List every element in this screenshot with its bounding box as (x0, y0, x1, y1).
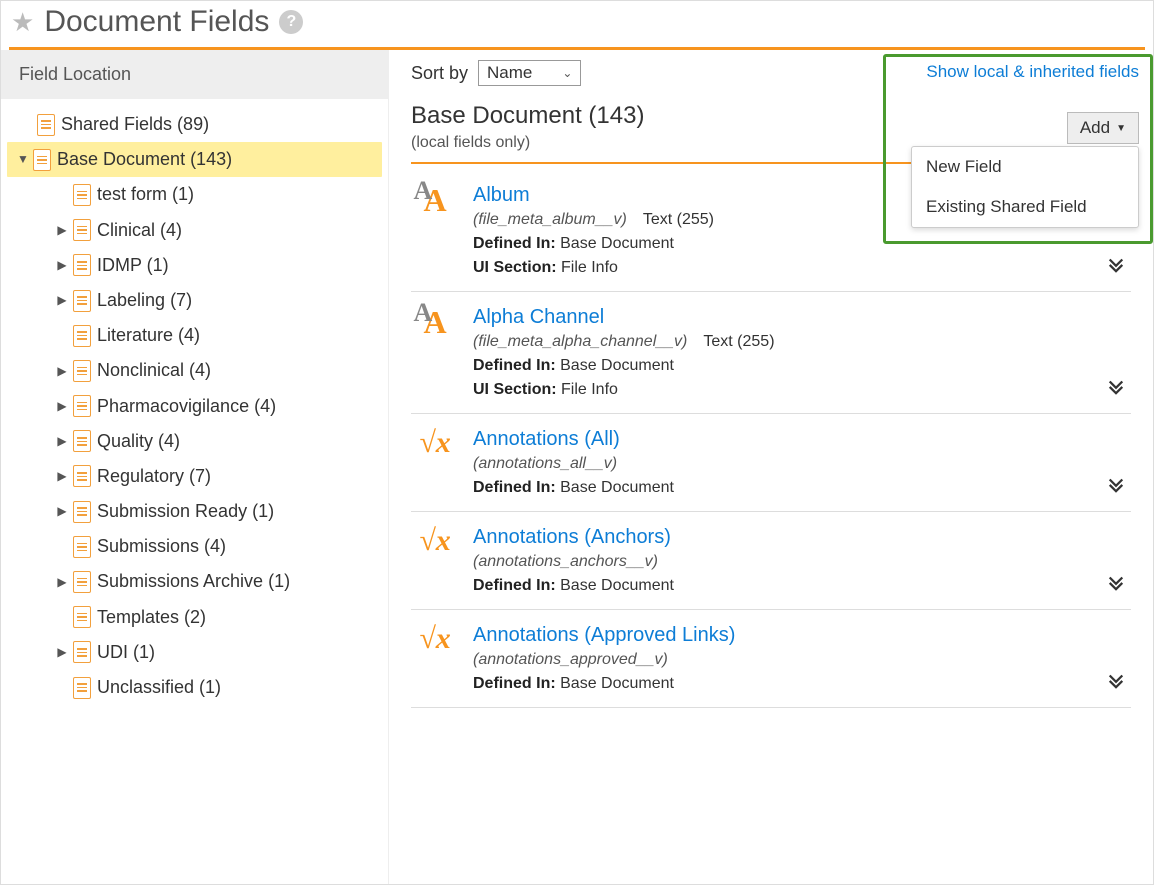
field-api-name: (annotations_all__v) (473, 455, 617, 472)
expand-chevrons-icon[interactable] (1107, 573, 1125, 595)
formula-field-icon: √x (419, 428, 450, 458)
sort-select[interactable]: Name ⌄ (478, 60, 581, 86)
tree-item[interactable]: ▶Regulatory (7) (7, 459, 382, 494)
tree-item[interactable]: ▶Submission Ready (1) (7, 494, 382, 529)
help-icon[interactable]: ? (279, 10, 303, 34)
dropdown-item-existing-shared[interactable]: Existing Shared Field (912, 187, 1138, 227)
field-type: Text (255) (643, 211, 714, 228)
expand-arrow-icon[interactable]: ▶ (57, 222, 67, 239)
expand-chevrons-icon[interactable] (1107, 475, 1125, 497)
main-title: Base Document (143) (411, 102, 1131, 130)
field-name-link[interactable]: Alpha Channel (473, 306, 1127, 329)
document-icon (33, 149, 51, 171)
document-icon (73, 465, 91, 487)
page-title: Document Fields (44, 5, 269, 39)
tree-item[interactable]: Templates (2) (7, 600, 382, 635)
document-icon (73, 677, 91, 699)
formula-field-icon: √x (419, 526, 450, 556)
sort-value: Name (487, 63, 532, 83)
tree-item[interactable]: ▶Quality (4) (7, 424, 382, 459)
tree-item-shared-fields[interactable]: Shared Fields (89) (7, 107, 382, 142)
field-row: √xAnnotations (All)(annotations_all__v)D… (411, 414, 1131, 512)
document-icon (73, 395, 91, 417)
field-api-name: (file_meta_album__v) (473, 211, 627, 228)
expand-arrow-icon[interactable]: ▶ (57, 257, 67, 274)
tree-item[interactable]: ▶Clinical (4) (7, 213, 382, 248)
sidebar: Field Location Shared Fields (89)▼Base D… (1, 50, 389, 884)
tree-item[interactable]: ▶Labeling (7) (7, 283, 382, 318)
caret-down-icon: ▼ (1116, 123, 1126, 134)
expand-arrow-icon[interactable]: ▶ (57, 433, 67, 450)
document-icon (73, 360, 91, 382)
field-row: √x Annotations (Anchors) (annotations_anch… (411, 512, 1131, 610)
expand-arrow-icon[interactable]: ▶ (57, 398, 67, 415)
tree-item[interactable]: Literature (4) (7, 318, 382, 353)
tree-item[interactable]: Unclassified (1) (7, 670, 382, 705)
document-icon (73, 219, 91, 241)
document-icon (73, 536, 91, 558)
field-api-name: (annotations_approved__v) (473, 651, 668, 668)
tree-item-base-document[interactable]: ▼Base Document (143) (7, 142, 382, 177)
expand-chevrons-icon[interactable] (1107, 671, 1125, 693)
document-icon (73, 430, 91, 452)
tree-item[interactable]: ▶Submissions Archive (1) (7, 564, 382, 599)
field-row: √x Annotations (Approved Links) (annotatio… (411, 610, 1131, 708)
tree-item[interactable]: test form (1) (7, 177, 382, 212)
tree-item[interactable]: ▶Nonclinical (4) (7, 353, 382, 388)
expand-arrow-icon[interactable]: ▶ (57, 574, 67, 591)
expand-chevrons-icon[interactable] (1107, 255, 1125, 277)
document-icon (73, 184, 91, 206)
favorite-star-icon[interactable]: ★ (11, 9, 34, 35)
document-icon (73, 571, 91, 593)
tree-item[interactable]: ▶IDMP (1) (7, 248, 382, 283)
expand-chevrons-icon[interactable] (1107, 377, 1125, 399)
document-icon (73, 641, 91, 663)
document-icon (73, 325, 91, 347)
field-name-link[interactable]: Annotations (All) (473, 428, 1127, 451)
tree-item[interactable]: ▶UDI (1) (7, 635, 382, 670)
sort-label: Sort by (411, 63, 468, 84)
expand-arrow-icon[interactable]: ▶ (57, 644, 67, 661)
tree-item[interactable]: Submissions (4) (7, 529, 382, 564)
document-icon (37, 114, 55, 136)
field-api-name: (file_meta_alpha_channel__v) (473, 333, 687, 350)
document-icon (73, 501, 91, 523)
document-icon (73, 254, 91, 276)
document-icon (73, 606, 91, 628)
formula-field-icon: √x (419, 624, 450, 654)
dropdown-item-new-field[interactable]: New Field (912, 147, 1138, 187)
field-type: Text (255) (703, 333, 774, 350)
expand-arrow-icon[interactable]: ▶ (57, 503, 67, 520)
document-icon (73, 290, 91, 312)
field-name-link[interactable]: Annotations (Approved Links) (473, 624, 1127, 647)
main-panel: Show local & inherited fields Sort by Na… (389, 50, 1153, 884)
sidebar-title: Field Location (1, 50, 388, 99)
collapse-arrow-icon[interactable]: ▼ (17, 151, 27, 168)
tree-item[interactable]: ▶Pharmacovigilance (4) (7, 389, 382, 424)
field-api-name: (annotations_anchors__v) (473, 553, 658, 570)
toggle-inheritance-link[interactable]: Show local & inherited fields (926, 62, 1139, 82)
text-field-icon: AA (423, 184, 446, 216)
expand-arrow-icon[interactable]: ▶ (57, 292, 67, 309)
field-row: AA Alpha Channel (file_meta_alpha_channel_… (411, 292, 1131, 414)
expand-arrow-icon[interactable]: ▶ (57, 363, 67, 380)
text-field-icon: AA (423, 306, 446, 338)
add-dropdown: New Field Existing Shared Field (911, 146, 1139, 228)
add-button[interactable]: Add ▼ (1067, 112, 1139, 144)
chevron-down-icon: ⌄ (562, 66, 572, 80)
expand-arrow-icon[interactable]: ▶ (57, 468, 67, 485)
field-name-link[interactable]: Annotations (Anchors) (473, 526, 1127, 549)
